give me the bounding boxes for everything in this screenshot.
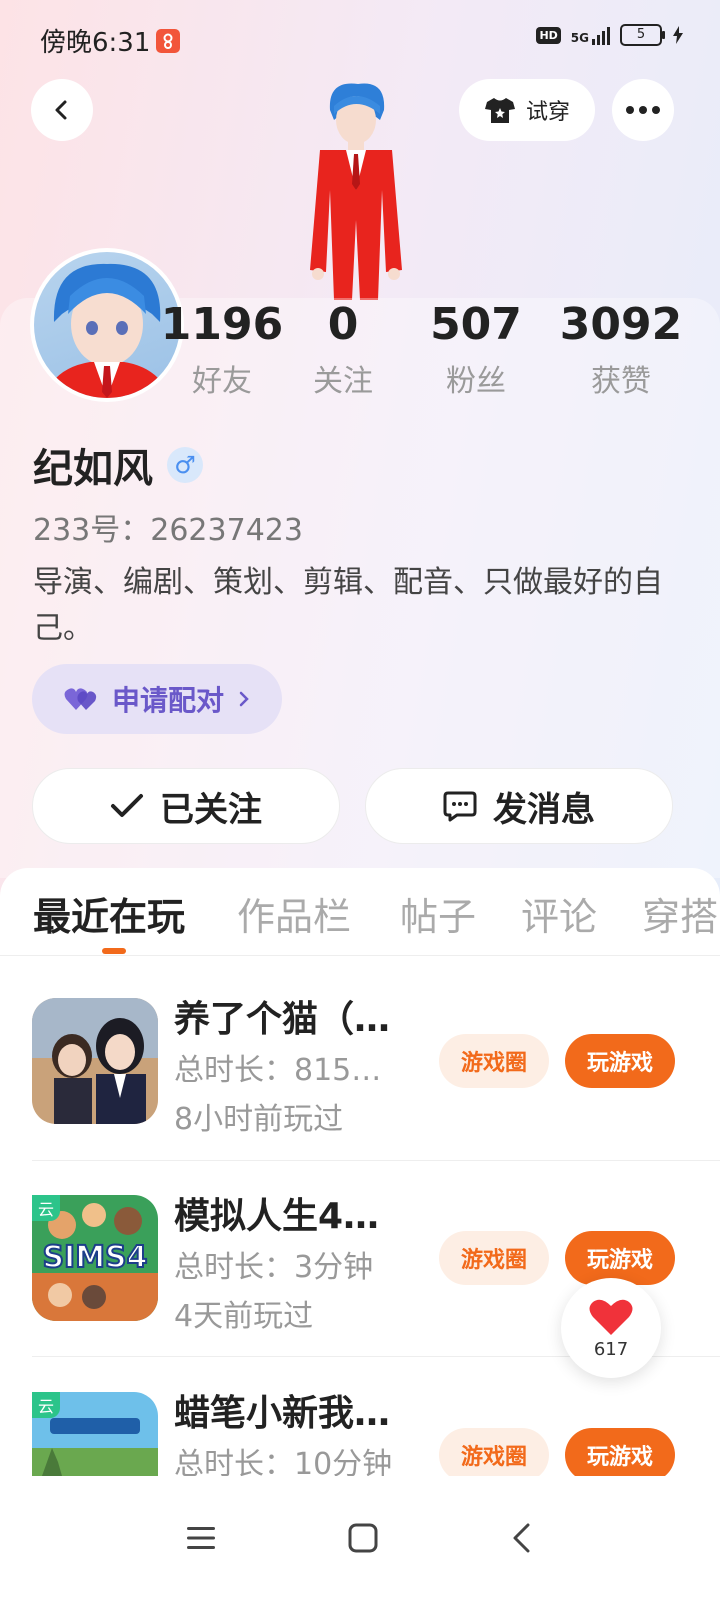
stat-fans-value: 507 <box>430 299 522 350</box>
followed-button[interactable]: 已关注 <box>32 768 340 844</box>
chevron-left-icon <box>55 100 67 120</box>
home-icon[interactable] <box>348 1523 378 1553</box>
like-count: 617 <box>593 1338 629 1360</box>
chevron-right-icon <box>239 691 249 707</box>
stat-friends-label: 好友 <box>192 364 252 399</box>
send-message-label: 发消息 <box>493 789 595 830</box>
stat-following-label: 关注 <box>313 364 373 399</box>
signal-icon: 5G <box>571 25 610 45</box>
stat-fans-label: 粉丝 <box>446 364 506 399</box>
game-title[interactable]: 蜡笔小新我… <box>174 1384 390 1436</box>
stat-fans[interactable]: 507 粉丝 <box>411 300 541 400</box>
check-icon <box>111 794 143 817</box>
game-title[interactable]: 模拟人生4… <box>174 1187 379 1239</box>
tab-recently-played[interactable]: 最近在玩 <box>33 886 185 941</box>
app-notification-icon <box>156 28 181 53</box>
game-duration: 总时长：3分钟 <box>174 1250 374 1285</box>
game-circle-button[interactable]: 游戏圈 <box>439 1428 549 1482</box>
game-last-played: 8小时前玩过 <box>174 1102 344 1137</box>
double-heart-icon <box>64 688 97 710</box>
more-button[interactable] <box>612 79 674 141</box>
tab-comments[interactable]: 评论 <box>521 886 597 941</box>
play-game-button[interactable]: 玩游戏 <box>565 1231 675 1285</box>
game-cover-image <box>32 998 158 1124</box>
tab-outfits[interactable]: 穿搭 <box>642 886 720 941</box>
game-title[interactable]: 养了个猫（… <box>174 990 390 1042</box>
tab-posts[interactable]: 帖子 <box>400 886 476 941</box>
game-icon-cat[interactable] <box>32 998 158 1124</box>
request-match-label: 申请配对 <box>111 684 224 717</box>
stat-likes[interactable]: 3092 获赞 <box>556 300 686 400</box>
tshirt-icon <box>484 98 515 123</box>
stat-following-value: 0 <box>327 299 359 350</box>
try-on-button[interactable]: 试穿 <box>459 79 595 141</box>
play-game-button[interactable]: 玩游戏 <box>565 1428 675 1482</box>
status-bar-time: 傍晚6:31 <box>40 22 181 59</box>
user-id[interactable]: 233号：26237423 <box>33 505 303 549</box>
try-on-label: 试穿 <box>525 100 570 125</box>
like-floating-button[interactable]: 617 <box>561 1278 661 1378</box>
game-circle-button[interactable]: 游戏圈 <box>439 1231 549 1285</box>
send-message-button[interactable]: 发消息 <box>365 768 673 844</box>
profile-name-row: 纪如风 ♂ <box>33 436 203 494</box>
followed-label: 已关注 <box>160 789 262 830</box>
svg-text:SIMS4: SIMS4 <box>42 1240 147 1275</box>
stat-likes-value: 3092 <box>559 299 683 350</box>
row-divider <box>32 1160 720 1161</box>
request-match-button[interactable]: 申请配对 <box>32 664 282 734</box>
charging-icon <box>673 26 683 44</box>
game-duration: 总时长：815… <box>174 1053 382 1088</box>
tab-works[interactable]: 作品栏 <box>237 886 351 941</box>
system-nav-bar <box>0 1476 720 1600</box>
stat-likes-label: 获赞 <box>591 364 651 399</box>
back-button[interactable] <box>31 79 93 141</box>
male-gender-icon: ♂ <box>167 447 203 483</box>
profile-name: 纪如风 <box>33 446 153 492</box>
stat-friends-value: 1196 <box>160 299 284 350</box>
game-circle-button[interactable]: 游戏圈 <box>439 1034 549 1088</box>
stat-following[interactable]: 0 关注 <box>278 300 408 400</box>
back-nav-icon[interactable] <box>510 1523 534 1553</box>
status-time-text: 傍晚6:31 <box>40 28 151 58</box>
play-game-button[interactable]: 玩游戏 <box>565 1034 675 1088</box>
stat-friends[interactable]: 1196 好友 <box>157 300 287 400</box>
hd-icon: HD <box>536 26 561 44</box>
tab-active-indicator <box>102 948 126 954</box>
avatar-figure[interactable] <box>290 80 420 300</box>
cloud-game-badge: 云 <box>32 1392 60 1418</box>
network-type: 5G <box>570 31 589 45</box>
more-dots-icon <box>626 106 660 114</box>
battery-icon: 5 <box>620 24 665 46</box>
status-bar-icons: HD 5G 5 <box>536 24 684 46</box>
cloud-game-badge: 云 <box>32 1195 60 1221</box>
tab-divider <box>0 955 720 956</box>
game-last-played: 4天前玩过 <box>174 1299 314 1334</box>
chat-bubble-icon <box>443 791 477 822</box>
heart-icon <box>589 1299 633 1335</box>
profile-bio: 导演、编剧、策划、剪辑、配音、只做最好的自己。 <box>33 565 663 646</box>
menu-icon[interactable] <box>186 1525 216 1551</box>
